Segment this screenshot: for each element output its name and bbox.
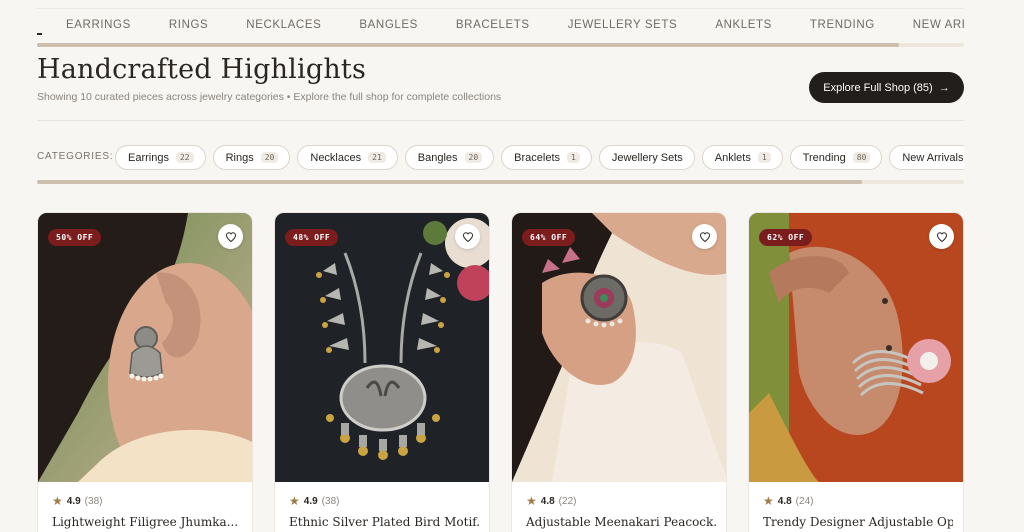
product-grid: 50% OFF ★ 4.9 (38) Lightweight Filigree Jhum… <box>37 212 964 532</box>
nav-item-jewellery-sets[interactable]: JEWELLERY SETS <box>568 19 678 31</box>
category-scrollbar[interactable] <box>37 180 964 184</box>
discount-badge: 62% OFF <box>759 229 813 246</box>
category-chip-trending[interactable]: Trending 80 <box>789 145 883 170</box>
chip-count: 1 <box>567 152 580 163</box>
product-card[interactable]: 48% OFF ★ 4.9 (38) Ethnic Silver Plated Bird… <box>274 212 490 532</box>
nav-item-rings[interactable]: RINGS <box>169 19 208 31</box>
rating-value: 4.8 <box>540 495 555 507</box>
nav-active-marker <box>37 33 42 35</box>
category-chip-bangles[interactable]: Bangles 20 <box>404 145 495 170</box>
discount-badge: 48% OFF <box>285 229 339 246</box>
nav-item-bracelets[interactable]: BRACELETS <box>456 19 530 31</box>
star-icon: ★ <box>763 494 774 508</box>
product-card[interactable]: 62% OFF ★ 4.8 (24) Trendy Designer Adjustabl… <box>748 212 964 532</box>
wishlist-button[interactable] <box>692 224 717 249</box>
rating-value: 4.9 <box>66 495 81 507</box>
product-rating: ★ 4.8 (22) <box>526 494 576 508</box>
category-chip-rings[interactable]: Rings 20 <box>212 145 291 170</box>
rating-value: 4.9 <box>303 495 318 507</box>
top-category-nav: EARRINGS RINGS NECKLACES BANGLES BRACELETS JE… <box>37 8 964 48</box>
chip-count: 80 <box>852 152 871 163</box>
category-chip-bracelets[interactable]: Bracelets 1 <box>501 145 592 170</box>
rating-value: 4.8 <box>777 495 792 507</box>
product-image[interactable]: 48% OFF <box>275 213 489 482</box>
category-chip-earrings[interactable]: Earrings 22 <box>115 145 206 170</box>
nav-item-earrings[interactable]: EARRINGS <box>66 19 131 31</box>
wishlist-button[interactable] <box>929 224 954 249</box>
category-chip-anklets[interactable]: Anklets 1 <box>701 145 783 170</box>
chip-label: Earrings <box>128 151 169 164</box>
star-icon: ★ <box>526 494 537 508</box>
top-nav-items: EARRINGS RINGS NECKLACES BANGLES BRACELETS JE… <box>66 19 964 31</box>
nav-item-bangles[interactable]: BANGLES <box>359 19 418 31</box>
discount-badge: 50% OFF <box>48 229 102 246</box>
heart-icon <box>699 231 710 242</box>
product-image[interactable]: 64% OFF <box>512 213 726 482</box>
product-image[interactable]: 62% OFF <box>749 213 963 482</box>
chip-label: Bangles <box>417 151 458 164</box>
review-count: (22) <box>558 495 577 507</box>
product-rating: ★ 4.9 (38) <box>52 494 102 508</box>
chip-label: Jewellery Sets <box>611 151 683 164</box>
chip-count: 22 <box>175 152 194 163</box>
wishlist-button[interactable] <box>455 224 480 249</box>
category-chip-new-arrivals[interactable]: New Arrivals <box>889 145 964 170</box>
heart-icon <box>462 231 473 242</box>
category-chip-jewellery-sets[interactable]: Jewellery Sets <box>598 145 695 170</box>
arrow-right-icon: → <box>938 81 950 94</box>
product-title[interactable]: Lightweight Filigree Jhumka... <box>52 515 242 529</box>
chip-label: New Arrivals <box>902 151 964 164</box>
heart-icon <box>225 231 236 242</box>
categories-label: CATEGORIES: <box>37 151 114 162</box>
chip-count: 21 <box>368 152 386 163</box>
chip-label: Rings <box>225 151 254 164</box>
product-image[interactable]: 50% OFF <box>38 213 252 482</box>
explore-full-shop-button[interactable]: Explore Full Shop (85) → <box>809 72 964 103</box>
page-subtitle: Showing 10 curated pieces across jewelry… <box>37 91 502 103</box>
nav-item-new-arrivals[interactable]: NEW ARRIVALS <box>913 19 964 31</box>
product-title[interactable]: Trendy Designer Adjustable Ope... <box>763 515 953 529</box>
category-chip-necklaces[interactable]: Necklaces 21 <box>297 145 398 170</box>
heart-icon <box>936 231 947 242</box>
nav-item-anklets[interactable]: ANKLETS <box>715 19 772 31</box>
explore-button-label: Explore Full Shop (85) <box>823 81 933 94</box>
top-nav-scrollbar-thumb[interactable] <box>37 43 900 47</box>
page-title: Handcrafted Highlights <box>37 54 367 85</box>
chip-label: Trending <box>802 151 846 164</box>
review-count: (38) <box>84 495 103 507</box>
product-title[interactable]: Adjustable Meenakari Peacock... <box>526 515 716 529</box>
star-icon: ★ <box>52 494 63 508</box>
nav-item-necklaces[interactable]: NECKLACES <box>246 19 321 31</box>
chip-count: 1 <box>757 152 771 163</box>
product-card[interactable]: 64% OFF ★ 4.8 (22) Adjustable Meenakari Peac… <box>511 212 727 532</box>
header-divider <box>37 120 964 121</box>
product-card[interactable]: 50% OFF ★ 4.9 (38) Lightweight Filigree Jhum… <box>37 212 253 532</box>
review-count: (24) <box>795 495 814 507</box>
chip-label: Necklaces <box>310 151 362 164</box>
top-nav-scrollbar[interactable] <box>37 43 964 47</box>
category-chips: Earrings 22 Rings 20 Necklaces 21 Bangles 20 Bra… <box>115 145 964 171</box>
star-icon: ★ <box>289 494 300 508</box>
chip-label: Anklets <box>714 151 751 164</box>
product-title[interactable]: Ethnic Silver Plated Bird Motif... <box>289 515 479 529</box>
chip-count: 20 <box>260 152 279 163</box>
discount-badge: 64% OFF <box>522 229 576 246</box>
product-rating: ★ 4.9 (38) <box>289 494 339 508</box>
product-rating: ★ 4.8 (24) <box>763 494 813 508</box>
chip-count: 20 <box>464 152 483 163</box>
category-scrollbar-thumb[interactable] <box>37 180 863 184</box>
wishlist-button[interactable] <box>218 224 243 249</box>
nav-item-trending[interactable]: TRENDING <box>810 19 875 31</box>
review-count: (38) <box>321 495 340 507</box>
chip-label: Bracelets <box>514 151 561 164</box>
